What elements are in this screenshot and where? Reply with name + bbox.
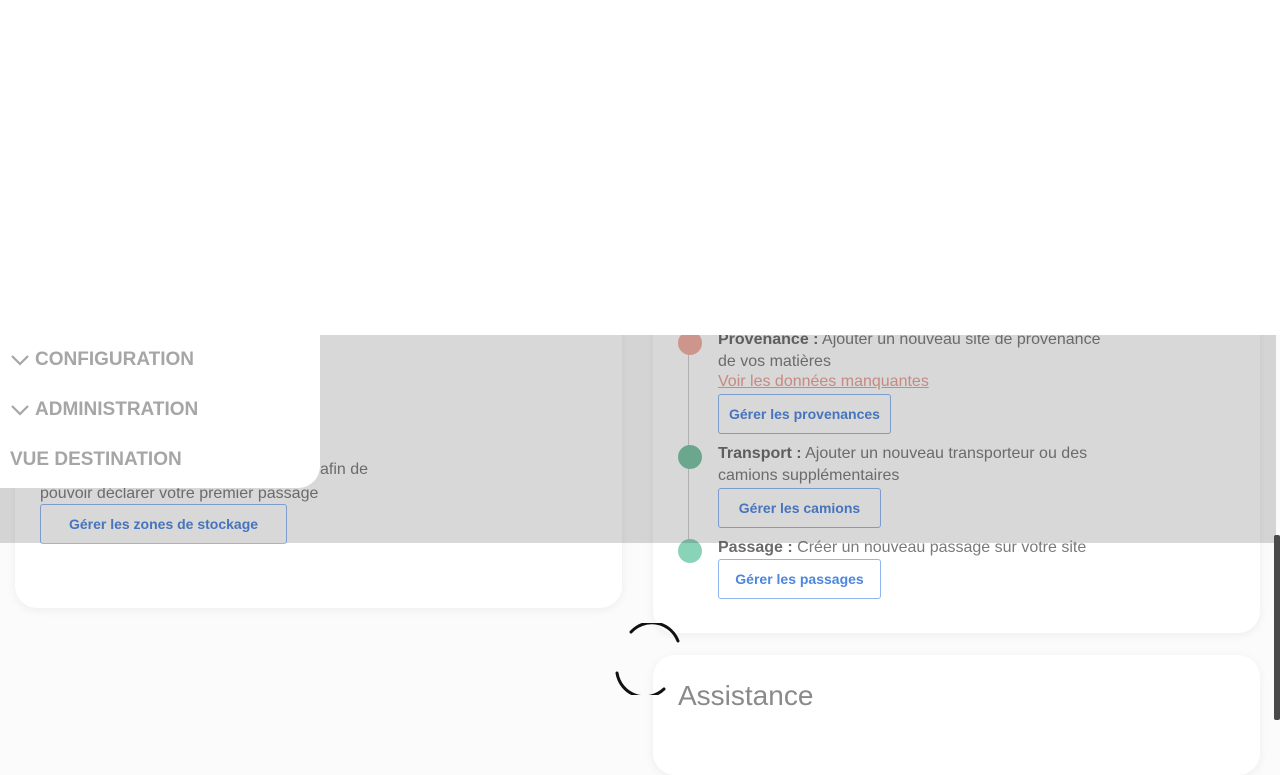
- assistance-title: Assistance: [678, 680, 814, 711]
- menu-item-label: CONFIGURATION: [35, 349, 195, 370]
- menu-item-configuration[interactable]: CONFIGURATION: [10, 349, 194, 371]
- chevron-down-icon: [11, 405, 29, 416]
- loading-spinner-icon: [615, 623, 680, 695]
- menu-item-vue-destination[interactable]: VUE DESTINATION: [10, 449, 182, 471]
- menu-item-label: VUE DESTINATION: [10, 449, 182, 470]
- manage-passages-button[interactable]: Gérer les passages: [718, 559, 881, 599]
- scrollbar-thumb[interactable]: [1274, 535, 1280, 720]
- assistance-card: [653, 655, 1260, 775]
- blank-header-area: [0, 0, 1280, 335]
- chevron-down-icon: [11, 355, 29, 366]
- navigation-menu: CONFIGURATION ADMINISTRATION VUE DESTINA…: [0, 335, 320, 488]
- menu-item-label: ADMINISTRATION: [35, 399, 199, 420]
- menu-item-administration[interactable]: ADMINISTRATION: [10, 399, 198, 421]
